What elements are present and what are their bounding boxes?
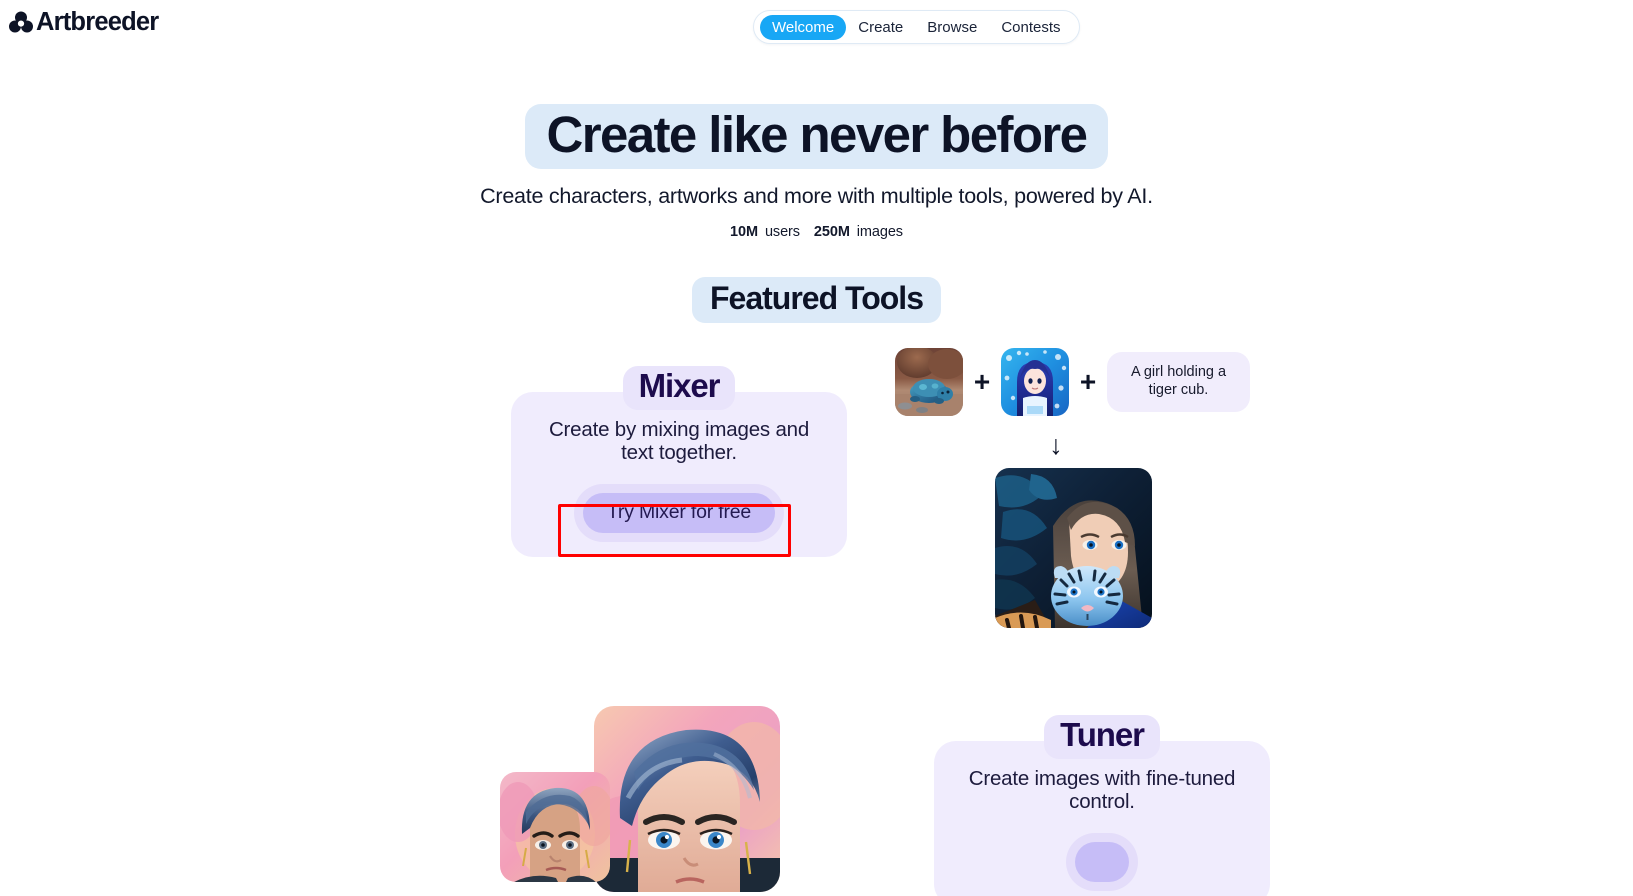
plus-icon-2: + [1079,366,1097,397]
down-arrow-icon: ↓ [1049,430,1063,460]
top-bar: Artbreeder Welcome Create Browse Contest… [0,0,1633,56]
page-title: Create like never before [0,104,1633,170]
tuner-demo [500,706,800,896]
stat-images-label: images [856,223,903,240]
mixer-prompt-chip[interactable]: A girl holding a tiger cub. [1107,352,1250,412]
hero-subtitle: Create characters, artworks and more wit… [480,184,1153,209]
mixer-title-text: Mixer [622,366,736,410]
mixer-card: Create by mixing images and text togethe… [511,391,847,557]
mixer-description: Create by mixing images and text togethe… [548,417,810,465]
main-nav: Welcome Create Browse Contests [753,10,1080,44]
tuner-card: Create images with fine-tuned control. [934,740,1270,896]
artbreeder-welcome-page: Artbreeder Welcome Create Browse Contest… [0,0,1633,896]
stat-images-value: 250M [813,223,850,240]
mixer-input-image-1[interactable] [895,348,963,416]
nav-item-contests[interactable]: Contests [989,15,1072,40]
hero-title-text: Create like never before [524,104,1109,170]
tuner-demo-image-large[interactable] [594,706,780,892]
mixer-tool-block: Mixer Create by mixing images and text t… [511,366,847,557]
featured-tools-heading: Featured Tools [0,277,1633,323]
mixer-demo-inputs: + + A girl holding a tiger cub. [895,348,1265,416]
tuner-title-text: Tuner [1044,715,1160,759]
brand-logo[interactable]: Artbreeder [8,8,159,37]
mixer-demo: + + A girl holding a tiger cub. ↓ [895,348,1265,628]
tuner-cta-row [956,842,1248,882]
hero-stats: 10M users 250M images [0,224,1633,240]
mixer-cta-row: Try Mixer for free [533,493,825,533]
mixer-input-image-2[interactable] [1001,348,1069,416]
tuner-demo-image-small[interactable] [500,772,610,882]
stat-users-label: users [764,223,800,240]
trefoil-icon [8,10,34,36]
nav-item-create[interactable]: Create [846,15,915,40]
nav-item-browse[interactable]: Browse [915,15,989,40]
try-mixer-for-free-button[interactable]: Try Mixer for free [582,493,776,533]
nav-item-welcome[interactable]: Welcome [760,14,847,40]
tuner-tool-block: Tuner Create images with fine-tuned cont… [934,715,1270,896]
hero-section: Create like never before Create characte… [0,104,1633,240]
tuner-cta-button[interactable] [1075,842,1129,882]
brand-name: Artbreeder [36,8,159,37]
plus-icon-1: + [973,366,991,397]
stat-users-value: 10M [730,223,758,240]
mixer-result-image[interactable] [995,468,1152,628]
tuner-description: Create images with fine-tuned control. [968,766,1236,814]
featured-tools-heading-text: Featured Tools [692,277,941,323]
